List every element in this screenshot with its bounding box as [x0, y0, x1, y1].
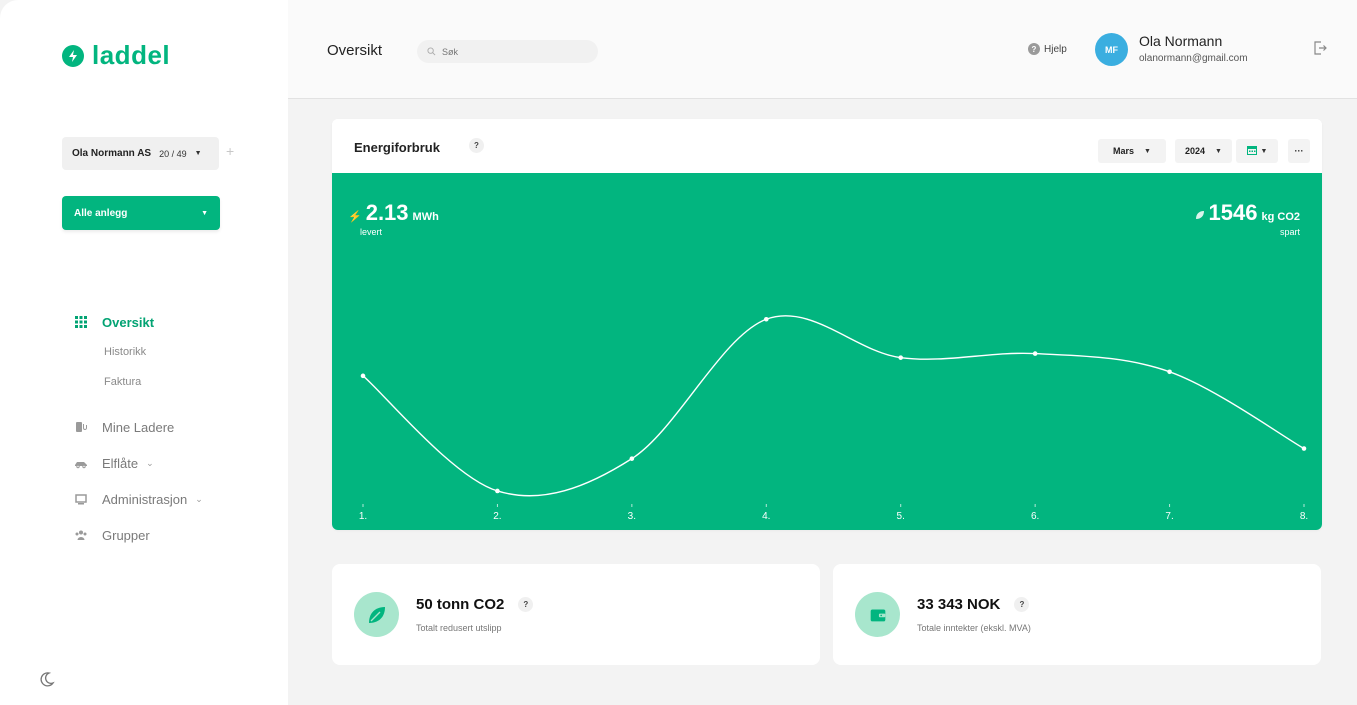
org-name: Ola Normann AS	[72, 148, 152, 159]
page-title: Oversikt	[327, 42, 383, 59]
nav-label: Administrasjon	[102, 491, 188, 507]
revenue-value-row: 33 343 NOK ?	[917, 596, 1030, 613]
org-count: 20 / 49	[159, 148, 187, 159]
revenue-label: Totale inntekter (ekskl. MVA)	[917, 623, 1031, 633]
energy-line-chart: 1. 2. 3. 4. 5. 6. 7. 8.	[359, 315, 1308, 522]
co2-card: 50 tonn CO2 ? Totalt redusert utslipp	[332, 564, 820, 665]
grid-icon	[74, 315, 88, 329]
series-line	[362, 315, 1305, 497]
organization-select[interactable]: Ola Normann AS 20 / 49 ▼	[62, 137, 219, 170]
nav-label: Mine Ladere	[102, 419, 175, 435]
add-icon[interactable]: +	[226, 143, 234, 159]
x-tick-label: 3.	[628, 511, 636, 522]
energy-header: Energiforbruk ? Mars ▼ 2024 ▼ ▼ ···	[332, 119, 1322, 173]
month-select[interactable]: Mars ▼	[1098, 139, 1166, 163]
brand-name: laddel	[92, 40, 171, 70]
data-point[interactable]	[763, 316, 769, 322]
help-icon[interactable]: ?	[1014, 597, 1030, 612]
x-tick-label: 1.	[359, 511, 367, 522]
calendar-select[interactable]: ▼	[1236, 139, 1278, 163]
group-icon	[74, 528, 88, 542]
nav-item-oversikt[interactable]: Oversikt	[74, 312, 203, 332]
search-bar[interactable]	[417, 40, 598, 63]
help-icon[interactable]: ?	[469, 138, 484, 153]
user-name: Ola Normann	[1139, 33, 1223, 49]
more-button[interactable]: ···	[1288, 139, 1310, 163]
energy-card: Energiforbruk ? Mars ▼ 2024 ▼ ▼ ··· ⚡ 2.…	[332, 119, 1322, 530]
year-select[interactable]: 2024 ▼	[1175, 139, 1232, 163]
anlegg-select[interactable]: Alle anlegg ▼	[62, 196, 220, 230]
revenue-value: 33 343 NOK	[917, 596, 1001, 613]
wallet-icon	[855, 592, 900, 637]
x-tick-label: 5.	[897, 511, 905, 522]
search-input[interactable]	[442, 46, 582, 57]
x-tick-label: 7.	[1165, 511, 1173, 522]
calendar-icon	[1246, 145, 1257, 157]
co2-value: 50 tonn CO2	[416, 596, 505, 613]
charger-icon	[74, 420, 88, 434]
monitor-icon	[74, 492, 88, 506]
search-icon	[427, 47, 436, 56]
data-point[interactable]	[495, 488, 500, 494]
energy-title: Energiforbruk	[354, 140, 440, 155]
chevron-down-icon: ▼	[1260, 147, 1268, 155]
nav-item-historikk[interactable]: Historikk	[74, 342, 203, 362]
nav-item-administrasjon[interactable]: Administrasjon ⌄	[74, 489, 203, 509]
chevron-down-icon: ▼	[201, 209, 208, 217]
chevron-down-icon: ▼	[194, 150, 202, 157]
anlegg-label: Alle anlegg	[74, 207, 128, 219]
help-label: Hjelp	[1044, 43, 1067, 55]
data-point[interactable]	[1167, 369, 1172, 375]
chevron-down-icon: ▼	[1144, 147, 1151, 155]
x-tick-label: 6.	[1031, 511, 1039, 522]
nav-item-elflate[interactable]: Elflåte ⌄	[74, 453, 203, 473]
nav-label: Grupper	[102, 527, 150, 543]
help-button[interactable]: ? Hjelp	[1028, 43, 1067, 55]
sidebar: laddel Ola Normann AS 20 / 49 ▼ + Alle a…	[0, 0, 288, 705]
co2-label: Totalt redusert utslipp	[416, 623, 502, 633]
main-nav: Oversikt Historikk Faktura Mine Ladere E…	[74, 312, 203, 545]
chevron-down-icon: ▼	[1215, 147, 1222, 155]
year-value: 2024	[1185, 146, 1206, 156]
avatar[interactable]: MF	[1095, 33, 1128, 66]
data-point[interactable]	[898, 355, 904, 360]
car-icon	[74, 456, 88, 470]
chevron-down-icon: ⌄	[146, 457, 154, 468]
nav-label: Elflåte	[102, 455, 139, 471]
x-tick-label: 2.	[493, 511, 501, 522]
x-tick-label: 4.	[762, 511, 770, 522]
revenue-card: 33 343 NOK ? Totale inntekter (ekskl. MV…	[833, 564, 1321, 665]
bolt-icon	[62, 44, 84, 67]
chevron-down-icon: ⌄	[195, 493, 203, 504]
data-point[interactable]	[1301, 446, 1307, 451]
moon-icon[interactable]	[38, 670, 56, 688]
data-point[interactable]	[629, 456, 635, 461]
help-icon: ?	[1028, 43, 1040, 55]
data-point[interactable]	[360, 373, 366, 379]
nav-item-faktura[interactable]: Faktura	[74, 372, 203, 392]
data-point[interactable]	[1032, 351, 1038, 356]
month-value: Mars	[1113, 146, 1135, 156]
nav-item-grupper[interactable]: Grupper	[74, 525, 203, 545]
user-email: olanormann@gmail.com	[1139, 53, 1248, 64]
help-icon[interactable]: ?	[518, 597, 534, 612]
co2-value-row: 50 tonn CO2 ?	[416, 596, 534, 613]
x-tick-label: 8.	[1300, 511, 1308, 522]
leaf-icon	[354, 592, 399, 637]
top-header: Oversikt ? Hjelp MF Ola Normann olanorma…	[288, 0, 1357, 99]
nav-item-mine-ladere[interactable]: Mine Ladere	[74, 417, 203, 437]
nav-label: Oversikt	[102, 314, 155, 330]
logo[interactable]: laddel	[62, 40, 170, 71]
logout-icon[interactable]	[1313, 40, 1327, 56]
energy-chart-panel: ⚡ 2.13 MWh levert 1546 kg CO2 spart 1. 2.…	[332, 173, 1322, 530]
